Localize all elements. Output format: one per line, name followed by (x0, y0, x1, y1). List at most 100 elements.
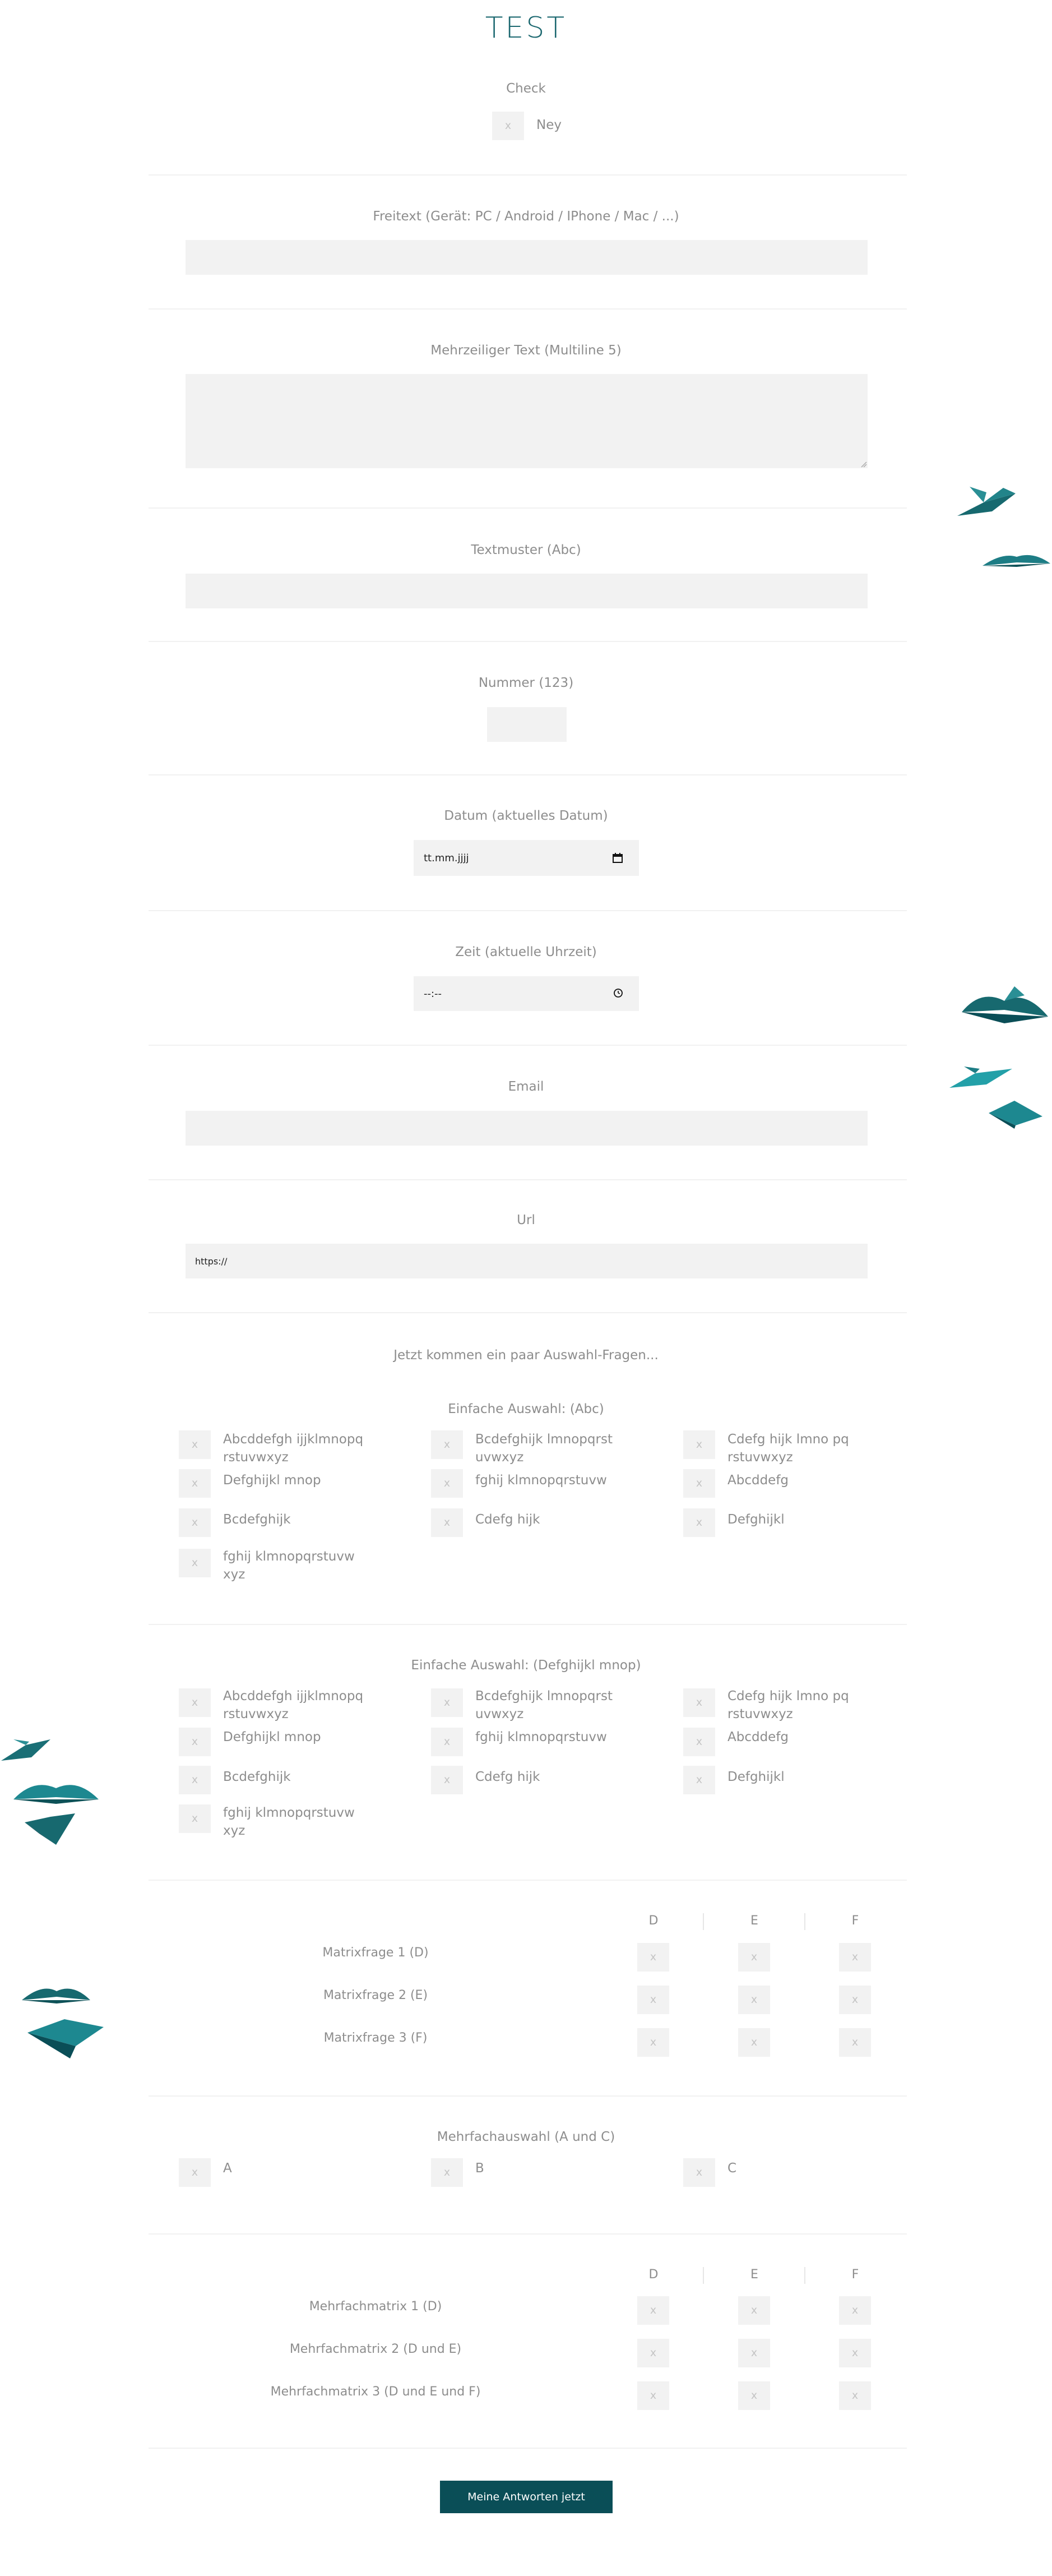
flying-book-icon (25, 1813, 75, 1845)
matrix1-radio[interactable]: x (839, 1986, 871, 2014)
matrix2-row-label: Mehrfachmatrix 1 (D) (309, 2300, 442, 2314)
matrix1-radio[interactable]: x (839, 1943, 871, 1972)
submit-button[interactable]: Meine Antworten jetzt absenden (440, 2481, 613, 2536)
einfach2-radio[interactable]: x (179, 1804, 211, 1833)
matrix2-column-header: F (851, 2268, 859, 2282)
einfach1-radio[interactable]: x (683, 1430, 715, 1459)
matrix1-radio[interactable]: x (738, 2028, 770, 2057)
nummer-input[interactable] (487, 707, 567, 742)
divider (149, 641, 907, 642)
matrix1-radio[interactable]: x (738, 1986, 770, 2014)
check-checkbox[interactable]: x (492, 112, 524, 140)
zeit-label: Zeit (aktuelle Uhrzeit) (455, 945, 597, 959)
email-input[interactable] (186, 1111, 868, 1146)
einfach2-radio[interactable]: x (683, 1688, 715, 1717)
einfach1-radio[interactable]: x (179, 1469, 211, 1498)
divider (149, 308, 907, 310)
matrix2-checkbox[interactable]: x (738, 2381, 770, 2410)
matrix2-checkbox[interactable]: x (637, 2381, 669, 2410)
matrix2-checkbox[interactable]: x (637, 2339, 669, 2367)
matrix2-checkbox[interactable]: x (839, 2339, 871, 2367)
matrix1-radio[interactable]: x (637, 1943, 669, 1972)
einfach1-option-label: Bcdefghijk (223, 1512, 291, 1527)
nummer-label: Nummer (123) (478, 676, 574, 690)
einfach2-radio[interactable]: x (431, 1766, 463, 1794)
einfach1-option-label: Defghijkl (727, 1512, 785, 1527)
divider (149, 910, 907, 911)
matrix2-checkbox[interactable]: x (738, 2339, 770, 2367)
einfach2-option-label: fghij klmnopqrstuvw xyz (223, 1806, 355, 1838)
flying-book-icon (989, 1101, 1042, 1129)
divider (149, 2233, 907, 2235)
einfach1-radio[interactable]: x (179, 1430, 211, 1459)
einfach1-radio[interactable]: x (179, 1549, 211, 1577)
einfach2-radio[interactable]: x (179, 1766, 211, 1794)
einfach2-radio[interactable]: x (431, 1728, 463, 1756)
einfach1-option-label: Cdefg hijk lmno pq rstuvwxyz (727, 1432, 849, 1465)
multiline-textarea[interactable] (186, 374, 868, 468)
matrix2-checkbox[interactable]: x (839, 2381, 871, 2410)
check-option-label: Ney (536, 118, 562, 132)
datum-label: Datum (aktuelles Datum) (444, 809, 608, 823)
column-divider (703, 1913, 704, 1930)
flying-book-icon (1, 1739, 50, 1761)
mehrfach-checkbox[interactable]: x (431, 2158, 463, 2187)
matrix2-column-header: D (648, 2268, 659, 2282)
mehrfach-checkbox[interactable]: x (179, 2158, 211, 2187)
matrix1-column-header: D (648, 1914, 659, 1928)
datum-placeholder: tt.mm.jjjj (424, 852, 469, 864)
matrix2-checkbox[interactable]: x (839, 2296, 871, 2325)
einfach2-label: Einfache Auswahl: (Defghijkl mnop) (411, 1658, 641, 1673)
einfach2-radio[interactable]: x (179, 1688, 211, 1717)
einfach1-option-label: Cdefg hijk (475, 1512, 540, 1527)
einfach1-radio[interactable]: x (683, 1508, 715, 1537)
matrix1-radio[interactable]: x (738, 1943, 770, 1972)
einfach2-option-label: Defghijkl mnop (223, 1730, 321, 1744)
textmuster-input[interactable] (186, 574, 868, 608)
freitext-label: Freitext (Gerät: PC / Android / IPhone /… (373, 209, 679, 224)
einfach2-radio[interactable]: x (179, 1728, 211, 1756)
matrix1-radio[interactable]: x (637, 1986, 669, 2014)
einfach1-radio[interactable]: x (431, 1469, 463, 1498)
einfach2-option-label: Bcdefghijk lmnopqrst uvwxyz (475, 1689, 613, 1721)
matrix2-checkbox[interactable]: x (738, 2296, 770, 2325)
zeit-input[interactable] (414, 976, 639, 1011)
einfach2-option-label: Bcdefghijk (223, 1770, 291, 1784)
flying-book-icon (13, 1785, 99, 1804)
divider (149, 2095, 907, 2097)
resize-handle-icon[interactable] (860, 461, 867, 468)
einfach2-radio[interactable]: x (683, 1728, 715, 1756)
divider (149, 1179, 907, 1180)
matrix1-radio[interactable]: x (839, 2028, 871, 2057)
matrix1-column-header: E (750, 1914, 758, 1928)
einfach2-option-label: fghij klmnopqrstuvw (475, 1730, 607, 1744)
flying-book-icon (983, 555, 1050, 567)
einfach1-radio[interactable]: x (179, 1508, 211, 1537)
einfach1-radio[interactable]: x (431, 1508, 463, 1537)
einfach2-option-label: Cdefg hijk lmno pq rstuvwxyz (727, 1689, 849, 1721)
einfach1-option-label: Abcddefgh ijjklmnopq rstuvwxyz (223, 1432, 364, 1465)
einfach1-option-label: Abcddefg (727, 1473, 789, 1488)
einfach2-radio[interactable]: x (683, 1766, 715, 1794)
einfach1-radio[interactable]: x (431, 1430, 463, 1459)
freitext-input[interactable] (186, 240, 868, 275)
divider (149, 1624, 907, 1625)
matrix1-radio[interactable]: x (637, 2028, 669, 2057)
section-intro: Jetzt kommen ein paar Auswahl-Fragen... (393, 1348, 659, 1363)
divider (149, 174, 907, 176)
einfach2-option-label: Abcddefgh ijjklmnopq rstuvwxyz (223, 1689, 364, 1721)
einfach1-radio[interactable]: x (683, 1469, 715, 1498)
mehrfach-option-label: B (475, 2161, 484, 2176)
mehrfach-checkbox[interactable]: x (683, 2158, 715, 2187)
url-label: Url (517, 1213, 535, 1227)
divider (149, 1312, 907, 1313)
einfach2-radio[interactable]: x (431, 1688, 463, 1717)
einfach1-option-label: fghij klmnopqrstuvw xyz (223, 1549, 355, 1582)
clock-icon[interactable] (613, 988, 623, 998)
calendar-icon[interactable] (612, 852, 623, 864)
einfach2-option-label: Defghijkl (727, 1770, 785, 1784)
url-value: https:// (195, 1256, 228, 1267)
matrix2-checkbox[interactable]: x (637, 2296, 669, 2325)
flying-book-icon (22, 1988, 90, 2003)
url-input[interactable] (186, 1244, 868, 1278)
